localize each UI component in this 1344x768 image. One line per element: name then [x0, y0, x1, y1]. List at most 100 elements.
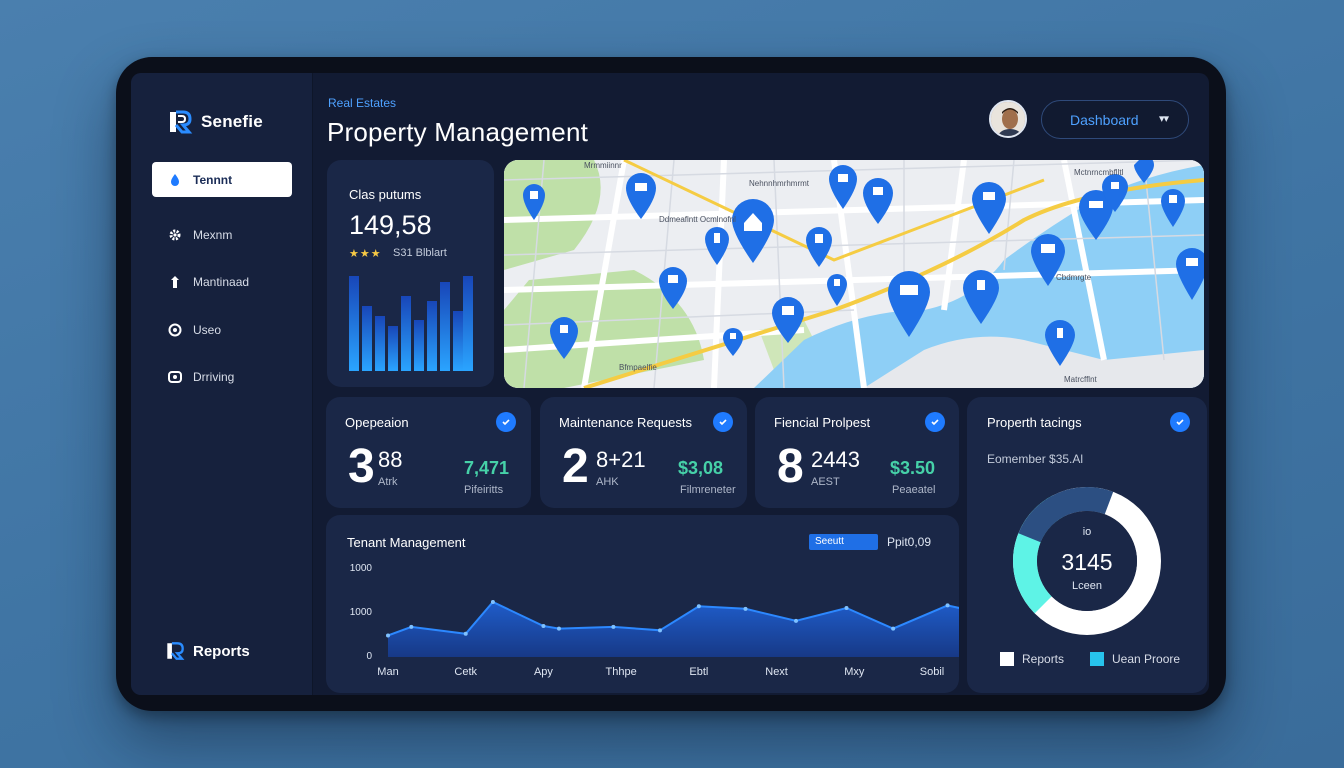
check-icon[interactable] — [496, 412, 516, 432]
listings-title: Properth tacings — [987, 415, 1082, 430]
kpi-value: $3.50 — [890, 458, 936, 478]
property-map[interactable]: Mrmmiinnr Nehnnhmrhmrmt Ddmeaflntt Ocmln… — [504, 160, 1204, 388]
data-point — [743, 606, 748, 611]
drop-icon — [167, 172, 183, 188]
donut-center-bottom: Lceen — [1072, 580, 1102, 592]
data-point — [945, 603, 950, 608]
data-point — [611, 624, 616, 629]
kpi-sub: Atrk — [378, 476, 398, 488]
avatar[interactable] — [989, 100, 1027, 138]
sidebar-item-tenant[interactable]: Tennnt — [152, 162, 292, 197]
sidebar-item-label: Tennnt — [193, 172, 233, 187]
data-point — [556, 626, 561, 631]
help-icon — [167, 322, 183, 338]
data-point — [658, 628, 662, 633]
page-subtitle: Real Estates — [328, 96, 397, 110]
tenant-management-card: Tenant Management Seeutt Ppit0,09 1000 10… — [326, 515, 959, 693]
x-tick-label: Man — [377, 666, 398, 678]
x-tick-label: Apy — [534, 666, 553, 678]
legend-label: Reports — [1022, 652, 1065, 666]
sidebar-item-mantinaad[interactable]: Mantinaad — [152, 264, 292, 299]
x-tick-label: Next — [765, 666, 788, 678]
brand-name: Senefie — [201, 112, 263, 131]
kpi-value-sub: Peaeatel — [892, 484, 936, 496]
kpi-card-financial: Fiencial Prolpest 8 2443 AEST $3.50 Peae… — [755, 397, 959, 508]
legend-item-reports[interactable]: Reports — [1000, 652, 1064, 666]
data-point — [696, 604, 701, 609]
sidebar-item-label: Useo — [193, 322, 222, 337]
x-tick-label: Cetk — [454, 666, 477, 678]
data-point — [891, 626, 896, 631]
x-tick-label: Mxy — [844, 666, 865, 678]
reports-logo-icon — [167, 642, 185, 660]
kpi-card-operations: Opepeaion 3 88 Atrk 7,471 Pifeiritts — [326, 397, 531, 508]
check-icon[interactable] — [713, 412, 733, 432]
app-screen: Senefie Tennnt Mexnm Mantinaad Useo Drri… — [131, 73, 1209, 695]
map-label: Mctnrncmbflltl — [1074, 168, 1124, 177]
kpi-title: Maintenance Requests — [559, 415, 692, 430]
sidebar-reports-link[interactable]: Reports — [165, 641, 250, 661]
user-photo-icon — [991, 102, 1025, 136]
kpi-value: 7,471 — [464, 458, 510, 478]
map-label: Nehnnhmrhmrmt — [749, 179, 810, 188]
x-tick-label: Ebtl — [689, 666, 708, 678]
kpi-number: 8 — [777, 440, 804, 493]
area-series-fill — [388, 602, 959, 657]
map-canvas[interactable]: Mrmmiinnr Nehnnhmrhmrmt Ddmeaflntt Ocmln… — [504, 160, 1204, 388]
kpi-value-sub: Filmreneter — [680, 484, 736, 496]
brand-logo-icon — [170, 110, 193, 134]
property-listings-card: Properth tacings Eomember $35.Al io 3145… — [967, 397, 1207, 693]
kpi-value: $3,08 — [678, 458, 724, 478]
summary-label: Clas putums — [349, 187, 422, 202]
summary-bar — [440, 282, 450, 371]
data-point — [844, 605, 849, 610]
rating-stars: ★★★ — [349, 248, 382, 260]
summary-bar — [427, 301, 437, 371]
summary-bar-chart — [349, 276, 473, 371]
kpi-number-small: 2443 — [811, 447, 860, 472]
area-chart[interactable]: 1000 1000 0 Man Cetk Apy Thhpe Ebtl Next Mxy Sobil — [326, 515, 959, 693]
sidebar-item-mexnm[interactable]: Mexnm — [152, 217, 292, 252]
kpi-number: 2 — [562, 440, 589, 493]
brand[interactable]: Senefie — [167, 109, 263, 135]
person-icon — [167, 274, 183, 290]
chevron-down-icon: ▾▾ — [1158, 113, 1169, 125]
x-tick-label: Thhpe — [606, 666, 637, 678]
page-title: Property Management — [327, 117, 589, 147]
data-point — [541, 624, 546, 629]
summary-value: 149,58 — [349, 210, 432, 240]
map-label: Ddmeaflntt Ocmlnofnl — [659, 215, 736, 224]
kpi-number-small: 8+21 — [596, 447, 646, 472]
sidebar-item-driving[interactable]: Drriving — [152, 359, 292, 394]
data-point — [386, 633, 390, 638]
data-point — [794, 618, 798, 623]
legend-swatch — [1000, 652, 1014, 666]
sidebar-item-label: Mexnm — [193, 227, 233, 242]
data-point — [463, 631, 468, 636]
kpi-number-small: 88 — [378, 447, 403, 472]
legend-label: Uean Proore — [1112, 652, 1181, 666]
listings-subtitle: Eomember $35.Al — [987, 452, 1084, 466]
summary-bar — [453, 311, 463, 371]
summary-bar — [349, 276, 359, 371]
kpi-sub: AEST — [811, 476, 840, 488]
gear-icon — [167, 227, 183, 243]
summary-bar — [362, 306, 372, 371]
dashboard-select[interactable]: Dashboard ▾▾ — [1041, 100, 1189, 139]
reports-label: Reports — [193, 642, 250, 660]
rating-text: S31 Blblart — [393, 247, 447, 259]
legend-item-uean[interactable]: Uean Proore — [1090, 652, 1180, 666]
check-icon[interactable] — [1170, 412, 1190, 432]
sidebar-item-useo[interactable]: Useo — [152, 312, 292, 347]
map-label: Cbdmrgte — [1056, 273, 1092, 282]
dashboard-select-label: Dashboard — [1070, 111, 1139, 128]
sidebar: Senefie Tennnt Mexnm Mantinaad Useo Drri… — [131, 73, 313, 695]
map-label: Mrmmiinnr — [584, 161, 622, 170]
sidebar-item-label: Mantinaad — [193, 274, 250, 289]
summary-bar — [463, 276, 473, 371]
data-point — [409, 624, 414, 629]
check-icon[interactable] — [925, 412, 945, 432]
summary-card: Clas putums 149,58 ★★★ S31 Blblart — [327, 160, 494, 387]
map-label: Bfmpaelfie — [619, 363, 657, 372]
data-point — [490, 599, 495, 604]
